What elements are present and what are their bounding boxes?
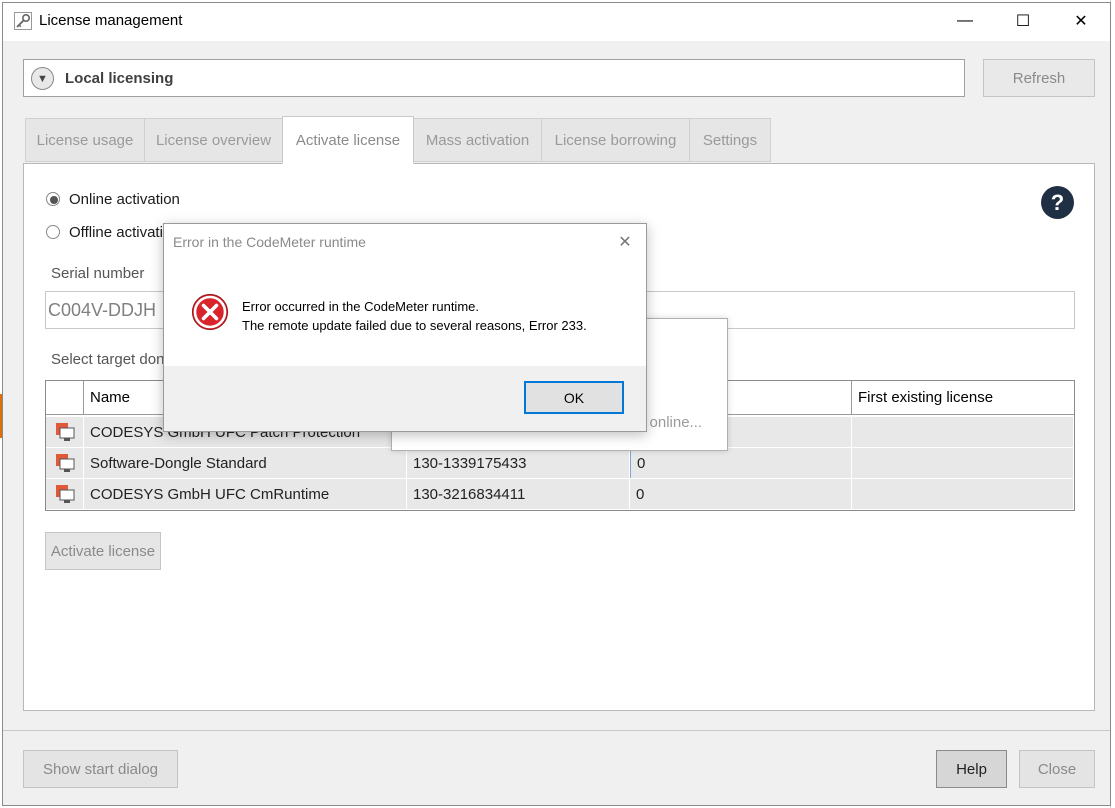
online-activation-radio[interactable] [46, 192, 60, 206]
help-question-icon[interactable]: ? [1041, 186, 1074, 219]
minimize-button[interactable]: — [942, 5, 988, 37]
refresh-button[interactable]: Refresh [983, 59, 1095, 97]
serial-number-value: C004V-DDJH [48, 300, 157, 320]
activate-license-button[interactable]: Activate license [45, 532, 161, 570]
table-row-first-license[interactable] [852, 448, 1074, 478]
online-activation-label[interactable]: Online activation [69, 191, 180, 208]
tab-license-usage[interactable]: License usage [25, 118, 145, 162]
window-title: License management [39, 12, 183, 29]
table-row-name[interactable]: CODESYS GmbH UFC CmRuntime [84, 479, 407, 509]
table-row-icon-cell[interactable] [46, 479, 84, 509]
key-icon [14, 12, 32, 30]
offline-activation-label[interactable]: Offline activati [69, 224, 163, 241]
dongle-icon [56, 423, 75, 441]
serial-number-label: Serial number [51, 265, 145, 282]
show-start-dialog-button[interactable]: Show start dialog [23, 750, 178, 788]
tab-settings[interactable]: Settings [689, 118, 771, 162]
table-row-icon-cell[interactable] [46, 448, 84, 478]
table-row-icon-cell[interactable] [46, 417, 84, 447]
dongle-icon [56, 485, 75, 503]
tab-license-overview[interactable]: License overview [144, 118, 283, 162]
table-row-name[interactable]: Software-Dongle Standard [84, 448, 407, 478]
error-dialog-title: Error in the CodeMeter runtime [173, 234, 366, 250]
offline-activation-radio[interactable] [46, 225, 60, 239]
table-row-licenses[interactable]: 0 [630, 479, 852, 509]
table-row-first-license[interactable] [852, 417, 1074, 447]
error-message: Error occurred in the CodeMeter runtime.… [242, 297, 587, 335]
close-button[interactable]: Close [1019, 750, 1095, 788]
error-message-line-1: Error occurred in the CodeMeter runtime. [242, 299, 479, 314]
dongle-icon [56, 454, 75, 472]
table-row-first-license[interactable] [852, 479, 1074, 509]
error-message-line-2: The remote update failed due to several … [242, 318, 587, 333]
ok-button[interactable]: OK [524, 381, 624, 414]
table-row-licenses[interactable]: 0 [630, 448, 852, 478]
chevron-down-icon[interactable]: ▼ [31, 67, 54, 90]
location-label: Local licensing [65, 70, 174, 87]
tab-license-borrowing[interactable]: License borrowing [541, 118, 690, 162]
tab-activate-license[interactable]: Activate license [282, 116, 414, 164]
grid-header-icon-col [46, 381, 84, 415]
radio-selected-dot [50, 196, 58, 204]
table-row-serial[interactable]: 130-3216834411 [407, 479, 630, 509]
maximize-button[interactable]: ☐ [1000, 5, 1046, 37]
close-window-button[interactable]: ✕ [1058, 5, 1104, 37]
table-row-serial[interactable]: 130-1339175433 [407, 448, 630, 478]
error-x-icon [191, 293, 229, 331]
footer-separator [3, 730, 1110, 731]
tab-mass-activation[interactable]: Mass activation [413, 118, 542, 162]
target-dongle-label: Select target don [51, 351, 165, 368]
help-button[interactable]: Help [936, 750, 1007, 788]
grid-header-first-license[interactable]: First existing license [852, 381, 1074, 415]
error-dialog-close-icon[interactable]: ✕ [612, 230, 638, 254]
